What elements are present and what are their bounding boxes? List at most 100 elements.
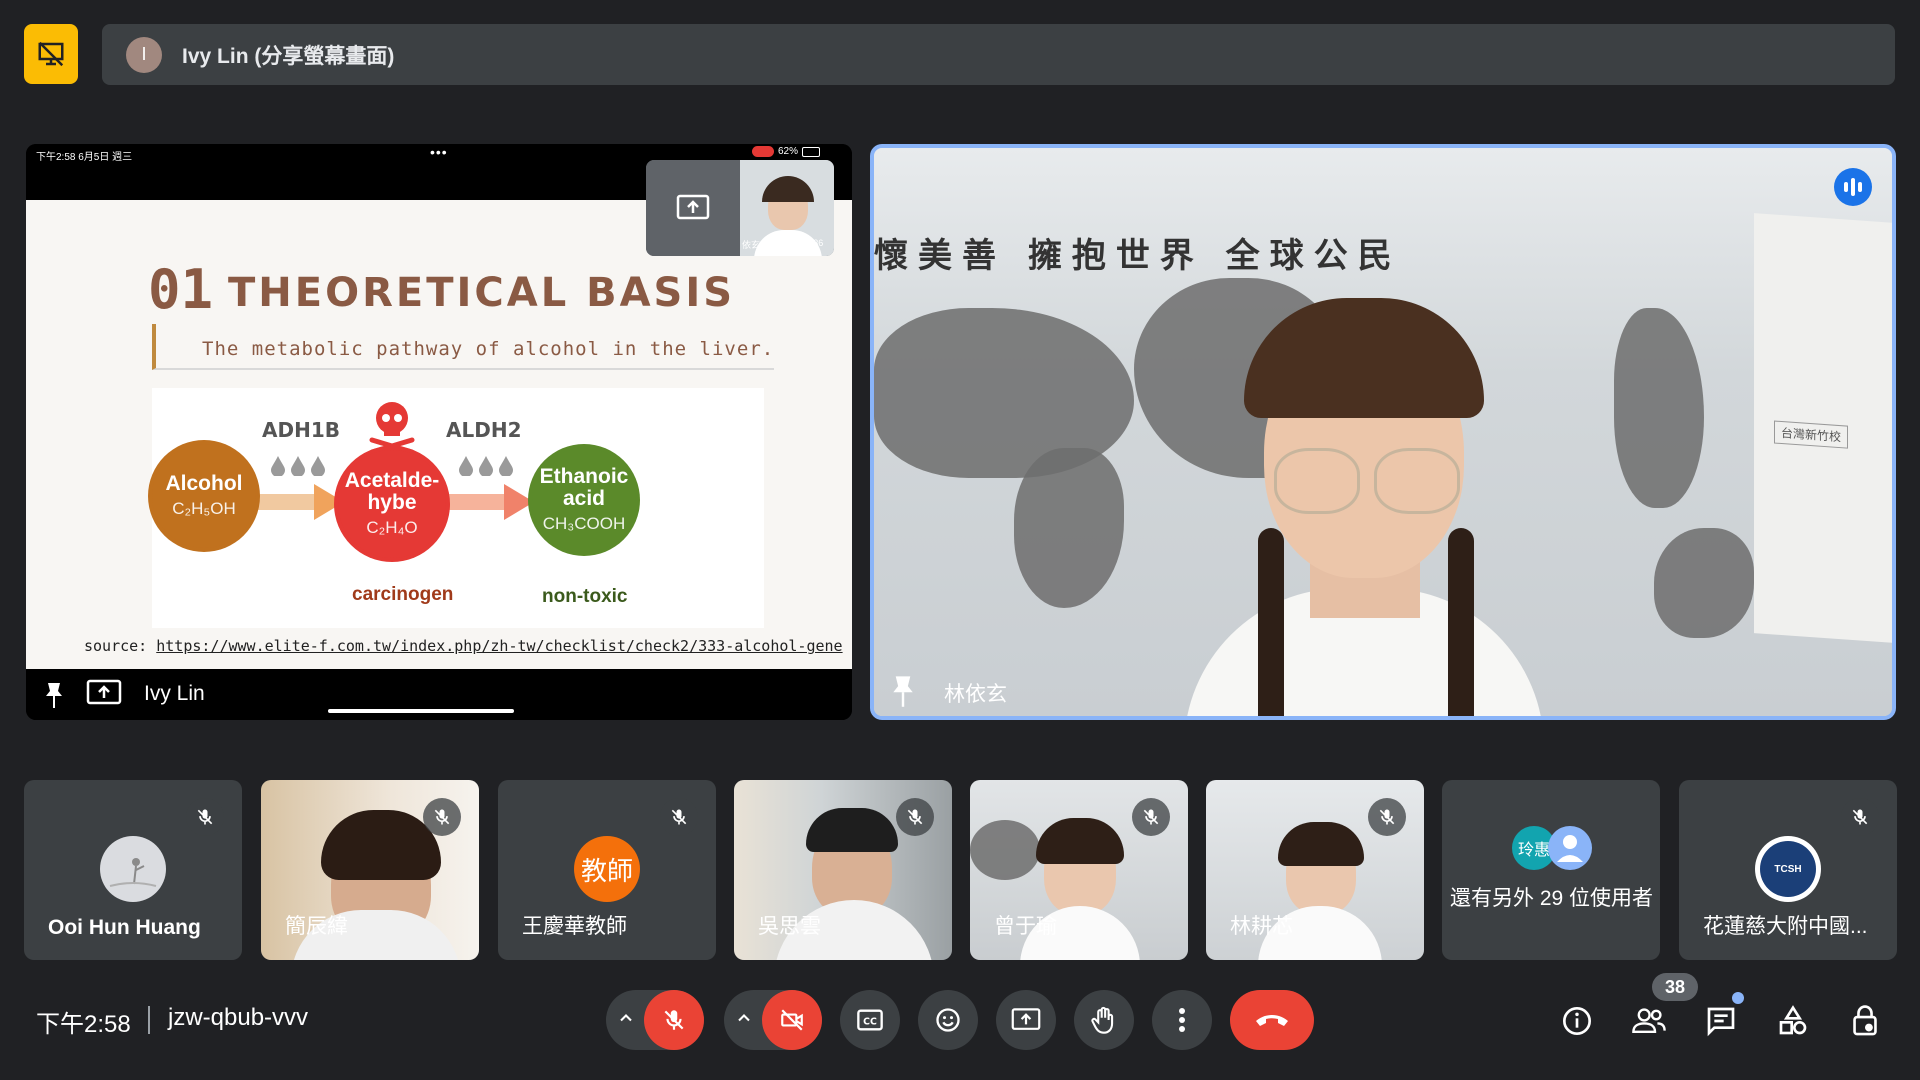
pip-hair (762, 176, 814, 202)
mic-control (606, 990, 704, 1050)
activities-button[interactable] (1768, 996, 1818, 1046)
map-shape (970, 820, 1040, 880)
status-dots: ••• (430, 144, 448, 160)
pin-icon[interactable] (888, 674, 918, 713)
participant-name: 吳思雲 (758, 915, 821, 938)
camera-control (724, 990, 822, 1050)
participant-tile[interactable]: 曾于瑜 (970, 780, 1188, 960)
ethanoic-name-a: Ethanoic (539, 465, 629, 488)
mic-off-icon (1841, 798, 1879, 836)
share-footer: Ivy Lin (26, 669, 852, 720)
slide-title: THEORETICAL BASIS (228, 270, 736, 316)
people-button[interactable] (1624, 996, 1674, 1046)
host-controls-icon (1853, 1005, 1877, 1036)
ethanoic-formula: CH₃COOH (542, 514, 626, 533)
acetaldehyde-name-a: Acetalde- (344, 469, 440, 492)
leave-call-button[interactable] (1230, 990, 1314, 1050)
arrow-1-icon (252, 484, 344, 525)
chevron-up-icon[interactable] (616, 1008, 636, 1033)
participant-name: 簡辰緯 (285, 915, 348, 938)
emoji-button[interactable] (918, 990, 978, 1050)
meeting-info-button[interactable] (1552, 996, 1602, 1046)
chat-icon (1707, 1007, 1735, 1037)
speaker-name: 林依玄 (944, 683, 1007, 706)
camera-off-button[interactable] (762, 990, 822, 1050)
avatar-generic-icon (1548, 826, 1592, 870)
carcinogen-tag: carcinogen (352, 584, 454, 605)
present-mini-icon[interactable] (646, 160, 740, 256)
battery-icon (802, 146, 821, 157)
participant-tile[interactable]: 教師 王慶華教師 (498, 780, 716, 960)
present-button[interactable] (996, 990, 1056, 1050)
acetaldehyde-node: Acetalde- hybe C₂H₄O (338, 450, 446, 558)
mic-off-button[interactable] (644, 990, 704, 1050)
participant-name: Ooi Hun Huang (48, 916, 201, 939)
pip-name: 依玄 (742, 240, 761, 250)
acetaldehyde-formula: C₂H₄O (366, 518, 418, 537)
meeting-code: jzw-qbub-vvv (168, 1004, 309, 1031)
mic-off-icon (186, 798, 224, 836)
presentation-off-icon[interactable] (24, 24, 78, 84)
ethanoic-name-b: acid (562, 487, 606, 510)
status-time: 下午2:58 6月5日 週三 (36, 152, 133, 163)
info-icon (1563, 1007, 1591, 1035)
poster-sign: 台灣新竹校 (1774, 420, 1849, 449)
status-battery: 62% (778, 146, 799, 157)
nontoxic-tag: non-toxic (542, 586, 628, 607)
school-logo-text: TCSH (1760, 841, 1816, 897)
share-presenter-name: Ivy Lin (144, 682, 205, 705)
camera-off-icon (781, 1009, 803, 1031)
participant-tile[interactable]: 吳思雲 (734, 780, 952, 960)
status-right: 62% (752, 146, 821, 157)
scroll-indicator (328, 709, 514, 713)
pin-icon[interactable] (42, 681, 66, 714)
wall-text: 懷美善 擁抱世界 全球公民 (874, 236, 1402, 276)
active-speaker-tile[interactable]: 懷美善 擁抱世界 全球公民 台灣新竹校 林依玄 (870, 144, 1896, 720)
mic-off-icon (660, 798, 698, 836)
mic-off-icon (896, 798, 934, 836)
record-indicator-icon (752, 146, 774, 157)
speaker-braid-left (1258, 528, 1284, 716)
source-link[interactable]: https://www.elite-f.com.tw/index.php/zh-… (156, 637, 842, 655)
avatar (100, 836, 166, 902)
ethanoic-node: Ethanoic acid CH₃COOH (532, 448, 636, 552)
activities-icon (1779, 1005, 1807, 1035)
presenter-label: Ivy Lin (分享螢幕畫面) (182, 44, 395, 68)
participant-tile[interactable]: Ooi Hun Huang (24, 780, 242, 960)
raise-hand-button[interactable] (1074, 990, 1134, 1050)
others-tile[interactable]: 玲惠 還有另外 29 位使用者 (1442, 780, 1660, 960)
slide: 01 THEORETICAL BASIS The metabolic pathw… (26, 200, 852, 669)
speaker-glasses-left (1274, 448, 1360, 514)
presenter-bar: I Ivy Lin (分享螢幕畫面) (102, 24, 1895, 85)
others-label: 還有另外 29 位使用者 (1450, 887, 1654, 910)
map-shape (1654, 528, 1754, 638)
host-controls-button[interactable] (1840, 996, 1890, 1046)
alcohol-name: Alcohol (165, 472, 243, 495)
pip-video: 依玄 +36 (740, 160, 834, 256)
participant-tile[interactable]: TCSH 花蓮慈大附中國... (1679, 780, 1897, 960)
wall-poster: 台灣新竹校 (1754, 213, 1892, 643)
alcohol-formula: C₂H₅OH (172, 499, 236, 518)
hangup-icon (1256, 1015, 1288, 1026)
mic-off-icon (1368, 798, 1406, 836)
more-options-button[interactable] (1152, 990, 1212, 1050)
slide-number: 01 (148, 258, 214, 321)
captions-button[interactable]: CC (840, 990, 900, 1050)
source-line: source: https://www.elite-f.com.tw/index… (84, 637, 843, 655)
participant-tile[interactable]: 林耕芯 (1206, 780, 1424, 960)
present-icon (1011, 1008, 1041, 1030)
acetaldehyde-name-b: hybe (367, 491, 417, 514)
alcohol-node: Alcohol C₂H₅OH (152, 444, 256, 548)
speaker-braid-right (1448, 528, 1474, 716)
chat-notification-dot (1732, 992, 1744, 1004)
self-view-pip[interactable]: 依玄 +36 (646, 160, 834, 256)
mic-off-icon (423, 798, 461, 836)
divider (148, 1006, 150, 1034)
drops-icon-1 (268, 454, 328, 482)
chevron-up-icon[interactable] (734, 1008, 754, 1033)
present-icon-small[interactable] (86, 679, 122, 712)
shared-screen-tile[interactable]: 下午2:58 6月5日 週三 ••• 62% 01 THEORETICAL BA… (26, 144, 852, 720)
participant-tile[interactable]: 簡辰緯 (261, 780, 479, 960)
speaker-glasses-right (1374, 448, 1460, 514)
presenter-avatar: I (126, 36, 162, 73)
